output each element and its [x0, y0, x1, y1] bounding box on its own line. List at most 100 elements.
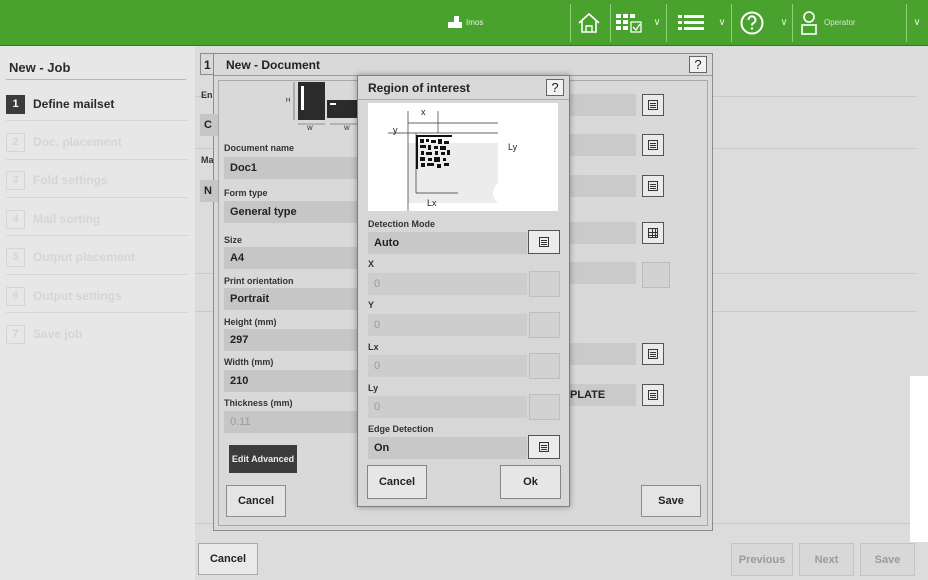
x-side-button[interactable] — [529, 271, 560, 297]
toolbar-divider — [666, 4, 667, 42]
detection-mode-list-button[interactable] — [528, 230, 560, 254]
detection-mode-field[interactable]: Auto — [368, 232, 527, 254]
diagram-h-label: H — [286, 98, 291, 104]
toolbar-divider — [906, 4, 907, 42]
step-output-settings[interactable]: 6 Output settings — [6, 284, 192, 308]
list-select-button[interactable] — [642, 384, 664, 406]
chevron-down-icon[interactable]: ∨ — [652, 17, 662, 29]
job-document-number: 1 — [200, 53, 213, 75]
print-orientation-field[interactable]: Portrait — [224, 288, 358, 310]
form-type-field[interactable]: General type — [224, 201, 358, 223]
ly-field[interactable]: 0 — [368, 396, 527, 418]
step-define-mailset[interactable]: 1 Define mailset — [6, 92, 192, 116]
home-icon[interactable] — [574, 8, 604, 38]
chevron-down-icon[interactable]: ∨ — [717, 17, 727, 29]
diagram-y-label: y — [393, 125, 398, 135]
diagram-x-label: x — [421, 107, 426, 117]
step-number: 5 — [6, 247, 25, 267]
toolbar-divider — [792, 4, 793, 42]
list-icon — [539, 237, 549, 247]
diagram-w-label: W — [344, 126, 350, 132]
help-button[interactable]: ? — [546, 79, 564, 96]
document-cancel-button[interactable]: Cancel — [226, 485, 286, 517]
edge-detection-list-button[interactable] — [528, 435, 560, 459]
chevron-down-icon[interactable]: ∨ — [912, 17, 922, 29]
right-field-value: PLATE — [570, 389, 606, 401]
roi-ok-button[interactable]: Ok — [500, 465, 561, 499]
region-of-interest-dialog: Region of interest ? x y Ly Lx Detection… — [357, 75, 570, 507]
right-field[interactable] — [570, 134, 636, 156]
print-orientation-label: Print orientation — [224, 276, 294, 286]
size-field[interactable]: A4 — [224, 247, 358, 269]
right-field[interactable] — [570, 222, 636, 244]
roi-cancel-button[interactable]: Cancel — [367, 465, 427, 499]
y-field[interactable]: 0 — [368, 314, 527, 336]
logo-mark-icon — [448, 16, 462, 28]
previous-button[interactable]: Previous — [731, 543, 793, 576]
document-name-field[interactable]: Doc1 — [224, 157, 358, 179]
step-save-job[interactable]: 7 Save job — [6, 322, 192, 346]
divider — [6, 120, 188, 121]
edge-detection-field[interactable]: On — [368, 437, 527, 459]
list-menu-icon[interactable] — [676, 8, 706, 38]
y-side-button[interactable] — [529, 312, 560, 338]
help-button[interactable]: ? — [689, 56, 707, 73]
dialog-title: Region of interest — [368, 81, 471, 95]
grid-select-button[interactable] — [642, 222, 664, 244]
grid-icon — [648, 228, 658, 238]
list-select-button[interactable] — [642, 175, 664, 197]
right-field[interactable] — [570, 262, 636, 284]
step-number: 2 — [6, 132, 25, 152]
step-fold-settings[interactable]: 3 Fold settings — [6, 168, 192, 192]
dialog-header: New - Document ? — [214, 54, 712, 76]
list-icon — [539, 442, 549, 452]
step-label: Fold settings — [33, 173, 108, 187]
ly-side-button[interactable] — [529, 394, 560, 420]
roi-diagram: x y Ly Lx — [368, 103, 558, 211]
next-button[interactable]: Next — [799, 543, 854, 576]
background-patch — [910, 376, 928, 542]
top-bar: Imos ∨ ∨ ∨ Operator ∨ — [0, 0, 928, 46]
step-doc-placement[interactable]: 2 Doc. placement — [6, 130, 192, 154]
divider — [6, 159, 188, 160]
width-field[interactable]: 210 — [224, 370, 358, 392]
list-select-button[interactable] — [642, 94, 664, 116]
list-select-button[interactable] — [642, 134, 664, 156]
lx-field[interactable]: 0 — [368, 355, 527, 377]
x-field[interactable]: 0 — [368, 273, 527, 295]
thickness-field[interactable]: 0.11 — [224, 411, 358, 433]
job-title: New - Job — [9, 60, 71, 75]
edit-advanced-button[interactable]: Edit Advanced — [229, 445, 297, 473]
partial-label: En — [201, 90, 213, 100]
document-save-button[interactable]: Save — [641, 485, 701, 517]
partial-field: N — [200, 180, 218, 202]
job-steps-panel: New - Job 1 Define mailset 2 Doc. placem… — [0, 46, 195, 580]
lx-label: Lx — [368, 342, 379, 352]
divider — [6, 274, 188, 275]
user-icon[interactable] — [794, 8, 824, 38]
step-label: Output settings — [33, 289, 122, 303]
step-number: 6 — [6, 286, 25, 306]
step-mail-sorting[interactable]: 4 Mail sorting — [6, 207, 192, 231]
help-circle-icon[interactable] — [737, 8, 767, 38]
size-label: Size — [224, 235, 243, 245]
thickness-label: Thickness (mm) — [224, 398, 293, 408]
chevron-down-icon[interactable]: ∨ — [779, 17, 789, 29]
list-select-button[interactable] — [642, 343, 664, 365]
job-cancel-button[interactable]: Cancel — [198, 543, 258, 575]
right-field[interactable] — [570, 94, 636, 116]
save-job-button[interactable]: Save — [860, 543, 915, 576]
height-field[interactable]: 297 — [224, 329, 358, 351]
lx-side-button[interactable] — [529, 353, 560, 379]
empty-button[interactable] — [642, 262, 670, 288]
list-icon — [648, 181, 658, 191]
right-field[interactable] — [570, 175, 636, 197]
user-role-label: Operator — [824, 18, 856, 27]
step-output-placement[interactable]: 5 Output placement — [6, 245, 192, 269]
right-field[interactable] — [570, 343, 636, 365]
diagram-lx-label: Lx — [427, 198, 437, 208]
diagram-w-label: W — [307, 126, 313, 132]
job-grid-icon[interactable] — [614, 8, 644, 38]
step-number: 4 — [6, 209, 25, 229]
detection-mode-label: Detection Mode — [368, 219, 436, 229]
